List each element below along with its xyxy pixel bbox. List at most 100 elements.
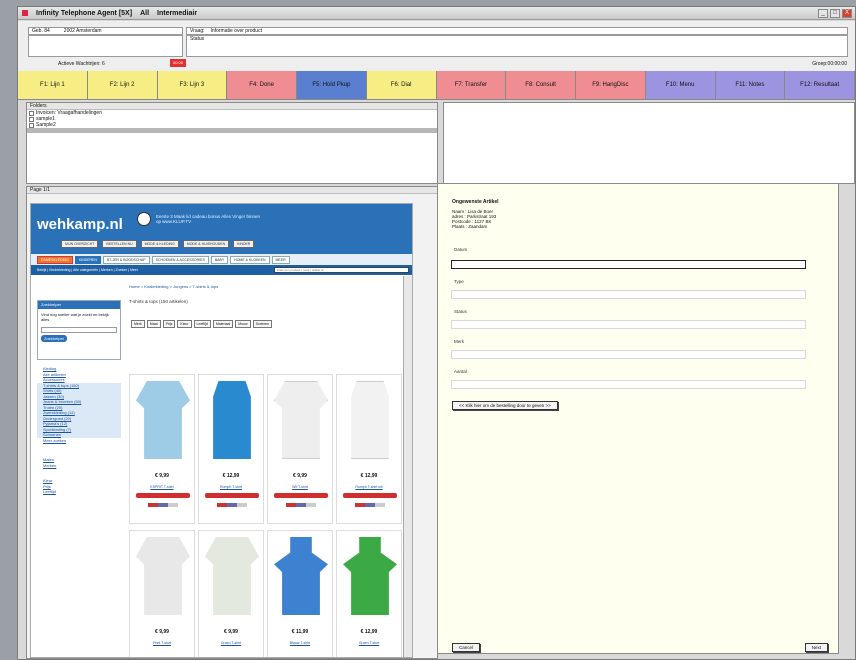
- product-image[interactable]: [205, 537, 259, 615]
- expand-icon[interactable]: [29, 110, 34, 116]
- fkey-2[interactable]: F2: Lijn 2: [87, 71, 158, 100]
- color-swatches[interactable]: [286, 503, 316, 507]
- buy-button[interactable]: [274, 493, 328, 498]
- buy-button[interactable]: [205, 493, 259, 498]
- filter-select[interactable]: Kleur: [177, 320, 192, 328]
- tree-item-selected[interactable]: [27, 128, 437, 133]
- zoekhelper-button[interactable]: Zoekhelper: [41, 335, 68, 342]
- breadcrumb[interactable]: Home > Kinderkleding > Jongens > T-shirt…: [129, 284, 218, 289]
- fkey-6[interactable]: F6: Dial: [366, 71, 437, 100]
- product-name[interactable]: Blauw T-shirt: [268, 641, 332, 645]
- window-title-extra2: Intermediair: [157, 9, 198, 17]
- submit-order-button[interactable]: << Klik hier om de bestelling door te ge…: [452, 401, 558, 410]
- product-image[interactable]: [274, 381, 328, 459]
- nav-button[interactable]: MIJN OVERZICHT: [61, 240, 99, 248]
- product-card[interactable]: € 9,99 Wit T-shirt: [267, 374, 333, 524]
- fkey-7[interactable]: F7: Transfer: [436, 71, 507, 100]
- product-name[interactable]: ESPRIT T-shirt: [130, 485, 194, 489]
- webpage-scrollbar[interactable]: [403, 276, 412, 657]
- product-card[interactable]: € 9,99 ESPRIT T-shirt: [129, 374, 195, 524]
- fkey-label: F12: Resultaat: [800, 82, 840, 88]
- product-card[interactable]: € 12,99 Groen T-shirt: [336, 530, 402, 657]
- color-swatches[interactable]: [355, 503, 385, 507]
- queue-count: Actieve Wachtrijen: 6: [58, 61, 105, 67]
- category-tab[interactable]: DAMESKLEDING: [37, 255, 73, 264]
- fkey-10[interactable]: F10: Menu: [645, 71, 716, 100]
- nav-button[interactable]: MODE & HUISHOUDEN: [182, 240, 230, 248]
- fkey-4[interactable]: F4: Done: [227, 71, 297, 100]
- expand-icon[interactable]: [29, 122, 34, 128]
- product-image[interactable]: [136, 537, 190, 615]
- buy-button[interactable]: [343, 493, 397, 498]
- fkey-1[interactable]: F1: Lijn 1: [18, 71, 88, 100]
- product-image[interactable]: [136, 381, 190, 459]
- site-logo[interactable]: wehkamp.nl: [37, 216, 123, 233]
- product-image[interactable]: [351, 381, 389, 459]
- filter-select[interactable]: Materiaal: [212, 320, 234, 328]
- product-card[interactable]: € 9,99 Print T-shirt: [129, 530, 195, 657]
- category-tab[interactable]: BABY: [210, 255, 229, 264]
- customer-city: Plaats : Zaandam: [452, 224, 488, 229]
- datum-input[interactable]: [451, 260, 806, 269]
- order-form-panel: Ongewenste Artikel Naam : Lisa de Boer a…: [437, 183, 839, 654]
- product-card[interactable]: € 9,99 Groen T-shirt: [198, 530, 264, 657]
- color-swatches[interactable]: [148, 503, 178, 507]
- fkey-12[interactable]: F12: Resultaat: [785, 71, 855, 100]
- category-tab[interactable]: SCHOENEN & ACCESSORIES: [151, 255, 209, 264]
- expand-icon[interactable]: [29, 116, 34, 122]
- product-card[interactable]: € 12,99 Rumph T-shirt wit: [336, 374, 402, 524]
- minimize-button[interactable]: _: [818, 9, 828, 18]
- zoekhelper-input[interactable]: [41, 327, 117, 333]
- filter-bar: Merk Maat Prijs Kleur Leeftijd Materiaal…: [131, 320, 361, 328]
- field-label-type: Type: [454, 279, 464, 284]
- sidebar-link[interactable]: Leeftijd: [37, 489, 121, 495]
- product-card[interactable]: € 12,99 Rumph T-shirt: [198, 374, 264, 524]
- category-tab-active[interactable]: KINDEREN: [74, 255, 101, 264]
- timer-badge: 00:00: [170, 59, 186, 67]
- fkey-label: F6: Dial: [390, 82, 412, 88]
- merk-input[interactable]: [451, 350, 806, 359]
- filter-select[interactable]: Leeftijd: [193, 320, 211, 328]
- product-price: € 9,99: [155, 629, 169, 635]
- site-search-input[interactable]: Zoek een product / merk / artikel nr.: [274, 267, 409, 273]
- fkey-3[interactable]: F3: Lijn 3: [157, 71, 228, 100]
- status-input[interactable]: [451, 320, 806, 329]
- filter-select[interactable]: Maat: [146, 320, 161, 328]
- color-swatches[interactable]: [217, 503, 247, 507]
- product-name[interactable]: Groen T-shirt: [337, 641, 401, 645]
- nav-button[interactable]: MODE & KLEDING: [140, 240, 179, 248]
- maximize-button[interactable]: □: [830, 9, 840, 18]
- product-name[interactable]: Rumph T-shirt wit: [337, 485, 401, 489]
- next-button[interactable]: Next: [804, 643, 828, 652]
- product-image[interactable]: [213, 381, 251, 459]
- function-key-bar: F1: Lijn 1 F2: Lijn 2 F3: Lijn 3 F4: Don…: [18, 71, 855, 100]
- fkey-8[interactable]: F8: Consult: [506, 71, 576, 100]
- filter-select[interactable]: Mouw: [235, 320, 251, 328]
- product-image[interactable]: [274, 537, 328, 615]
- type-input[interactable]: [451, 290, 806, 299]
- aantal-input[interactable]: [451, 380, 806, 389]
- buy-button[interactable]: [136, 493, 190, 498]
- close-button[interactable]: X: [842, 9, 852, 18]
- product-name[interactable]: Print T-shirt: [130, 641, 194, 645]
- fkey-11[interactable]: F11: Notes: [715, 71, 786, 100]
- filter-select[interactable]: Prijs: [162, 320, 176, 328]
- nav-button[interactable]: BESTELLEN NU: [102, 240, 137, 248]
- product-name[interactable]: Groen T-shirt: [199, 641, 263, 645]
- app-icon: [22, 10, 28, 16]
- fkey-label: F1: Lijn 1: [40, 82, 65, 88]
- cancel-button[interactable]: Cancel: [452, 643, 481, 652]
- category-tab[interactable]: MEER: [271, 255, 290, 264]
- fkey-9[interactable]: F9: HangDisc: [576, 71, 646, 100]
- filter-select[interactable]: Merk: [131, 320, 145, 328]
- product-card[interactable]: € 11,99 Blauw T-shirt: [267, 530, 333, 657]
- product-name[interactable]: Wit T-shirt: [268, 485, 332, 489]
- category-tab[interactable]: HOME & KLOKKEN: [230, 255, 270, 264]
- info-question-value[interactable]: Informatie over product: [211, 28, 262, 34]
- product-name[interactable]: Rumph T-shirt: [199, 485, 263, 489]
- product-image[interactable]: [343, 537, 397, 615]
- fkey-5[interactable]: F5: Hold Pkup: [297, 71, 367, 100]
- nav-button[interactable]: KINDER: [233, 240, 255, 248]
- category-tab[interactable]: BT-JEN & BOODSCHAP: [102, 255, 150, 264]
- filter-select[interactable]: Sorteren: [252, 320, 273, 328]
